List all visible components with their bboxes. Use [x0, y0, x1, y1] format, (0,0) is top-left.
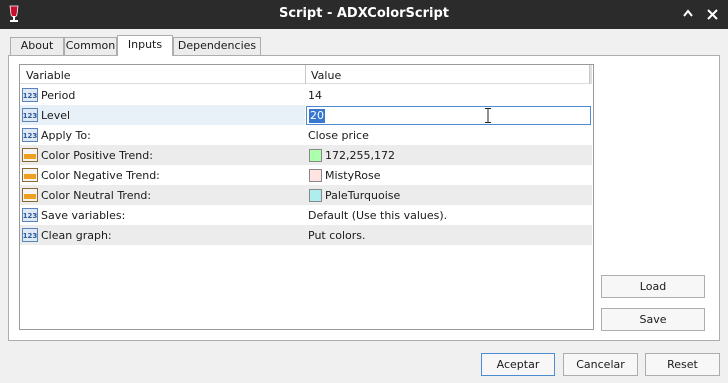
selected-value-text[interactable]: 20 — [309, 109, 325, 123]
variable-name: Color Neutral Trend: — [41, 189, 152, 202]
input-row-clean-graph[interactable]: 123 Clean graph: Put colors. — [20, 225, 592, 245]
text-cursor-icon — [485, 108, 491, 123]
input-row-apply-to[interactable]: 123 Apply To: Close price — [20, 125, 592, 145]
variable-value[interactable]: Put colors. — [308, 229, 366, 242]
variable-value[interactable]: PaleTurquoise — [325, 189, 400, 202]
value-column-header: Value — [311, 69, 342, 82]
save-button[interactable]: Save — [601, 308, 705, 331]
color-swatch[interactable] — [309, 169, 322, 182]
inputs-grid: Variable Value 123 Period 14 123 Level 2… — [19, 64, 594, 330]
variable-value[interactable]: Close price — [308, 129, 369, 142]
help-button[interactable] — [678, 4, 698, 24]
color-icon — [22, 168, 38, 182]
variable-name: Apply To: — [41, 129, 91, 142]
title-bar: Script - ADXColorScript — [0, 0, 728, 29]
numeric-icon: 123 — [22, 88, 38, 102]
load-button[interactable]: Load — [601, 275, 705, 298]
input-row-period[interactable]: 123 Period 14 — [20, 85, 592, 105]
input-row-level[interactable]: 123 Level 20 — [20, 105, 592, 125]
variable-value[interactable]: Default (Use this values). — [308, 209, 447, 222]
variable-value[interactable]: MistyRose — [325, 169, 380, 182]
color-swatch[interactable] — [309, 149, 322, 162]
tab-dependencies[interactable]: Dependencies — [173, 37, 261, 55]
svg-text:123: 123 — [23, 132, 38, 140]
svg-text:123: 123 — [23, 112, 38, 120]
input-row-color-negative[interactable]: Color Negative Trend: MistyRose — [20, 165, 592, 185]
svg-text:123: 123 — [23, 92, 38, 100]
variable-name: Level — [41, 109, 71, 122]
variable-value[interactable]: 14 — [308, 89, 322, 102]
grid-header: Variable Value — [20, 65, 592, 84]
grid-scrollbar[interactable] — [589, 65, 592, 84]
tab-about[interactable]: About — [10, 37, 64, 55]
svg-text:123: 123 — [23, 212, 38, 220]
variable-value[interactable]: 172,255,172 — [325, 149, 395, 162]
input-row-save-variables[interactable]: 123 Save variables: Default (Use this va… — [20, 205, 592, 225]
color-icon — [22, 148, 38, 162]
reset-button[interactable]: Reset — [645, 353, 720, 376]
numeric-icon: 123 — [22, 228, 38, 242]
numeric-icon: 123 — [22, 208, 38, 222]
level-value-input[interactable]: 20 — [306, 106, 591, 125]
variable-name: Save variables: — [41, 209, 126, 222]
variable-column-header: Variable — [26, 69, 71, 82]
input-row-color-neutral[interactable]: Color Neutral Trend: PaleTurquoise — [20, 185, 592, 205]
cancel-button[interactable]: Cancelar — [563, 353, 638, 376]
accept-button[interactable]: Aceptar — [481, 353, 555, 376]
svg-text:123: 123 — [23, 232, 38, 240]
tab-common[interactable]: Common — [64, 37, 117, 55]
input-row-color-positive[interactable]: Color Positive Trend: 172,255,172 — [20, 145, 592, 165]
help-icon — [683, 9, 693, 17]
column-divider[interactable] — [305, 65, 306, 84]
close-button[interactable] — [702, 4, 722, 24]
numeric-icon: 123 — [22, 108, 38, 122]
close-icon — [706, 8, 718, 20]
color-icon — [22, 188, 38, 202]
numeric-icon: 123 — [22, 128, 38, 142]
color-swatch[interactable] — [309, 189, 322, 202]
variable-name: Color Negative Trend: — [41, 169, 160, 182]
variable-name: Period — [41, 89, 76, 102]
tab-inputs[interactable]: Inputs — [117, 35, 173, 56]
window-title: Script - ADXColorScript — [278, 6, 450, 21]
variable-name: Clean graph: — [41, 229, 112, 242]
variable-name: Color Positive Trend: — [41, 149, 153, 162]
